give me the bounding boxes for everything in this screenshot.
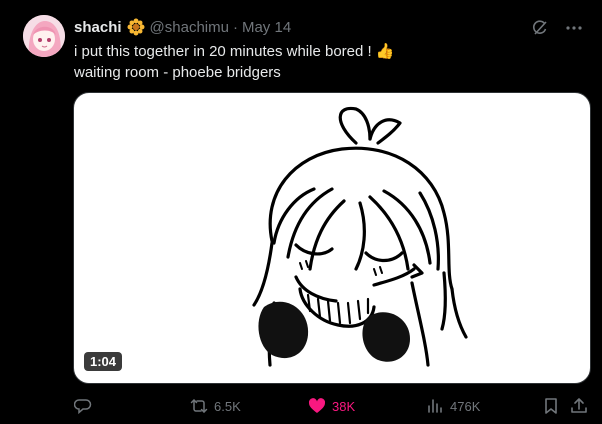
share-button[interactable] (570, 396, 588, 416)
reply-button[interactable] (74, 396, 98, 416)
tweet-actions: 6.5K 38K 476K (74, 396, 592, 418)
reply-icon (74, 397, 92, 415)
retweet-count: 6.5K (214, 398, 241, 414)
tweet-text-line: i put this together in 20 minutes while … (74, 43, 395, 60)
views-count: 476K (450, 398, 481, 414)
tweet-text: i put this together in 20 minutes while … (74, 41, 395, 83)
sunflower-icon (127, 18, 145, 36)
retweet-icon (190, 397, 208, 415)
grok-icon[interactable] (530, 18, 550, 38)
avatar[interactable] (23, 15, 65, 57)
video-duration: 1:04 (84, 352, 123, 371)
video-player[interactable]: 1:04 (73, 92, 591, 384)
tweet-header: shachi @shachimu · May 14 (74, 17, 291, 37)
tweet-top-actions (530, 18, 584, 38)
views-button[interactable]: 476K (426, 396, 480, 416)
like-count: 38K (332, 398, 356, 414)
separator-dot: · (232, 18, 238, 36)
share-icon (570, 397, 588, 415)
hands-shapes (258, 301, 410, 362)
views-icon (426, 397, 444, 415)
user-handle[interactable]: @shachimu (150, 19, 229, 36)
like-button[interactable]: 38K (308, 396, 355, 416)
post-date[interactable]: May 14 (242, 19, 291, 36)
bookmark-button[interactable] (542, 396, 560, 416)
more-options-icon[interactable] (564, 18, 584, 38)
heart-icon (308, 397, 326, 415)
tweet-text-line: waiting room - phoebe bridgers (74, 64, 281, 81)
retweet-button[interactable]: 6.5K (190, 396, 241, 416)
bookmark-icon (542, 397, 560, 415)
display-name[interactable]: shachi (74, 19, 122, 36)
